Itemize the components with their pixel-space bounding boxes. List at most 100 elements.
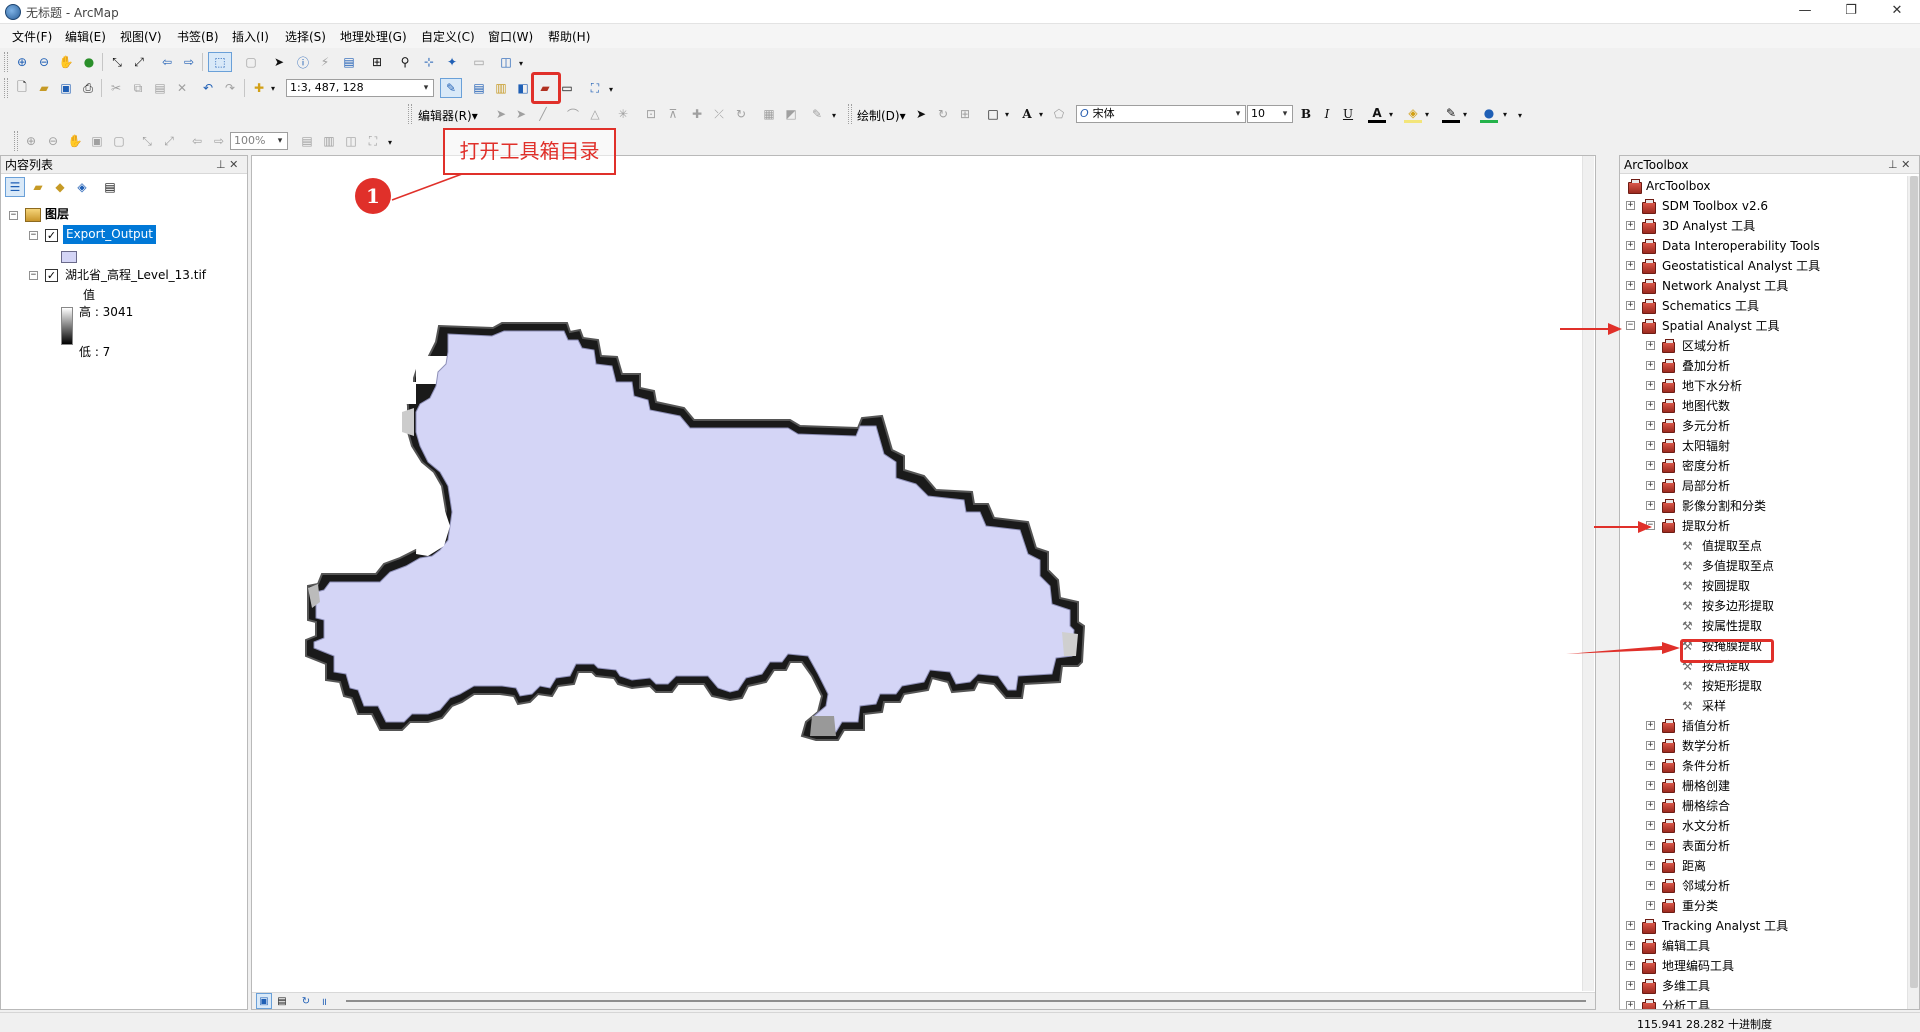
- arctoolbox-vertical-scrollbar[interactable]: [1907, 176, 1919, 1009]
- toolbar-overflow-icon[interactable]: ▾: [517, 58, 525, 68]
- layout-zoom-combo[interactable]: 100% ▾: [230, 132, 288, 150]
- toolbar-grip[interactable]: [4, 52, 8, 72]
- editor-menu-button[interactable]: 编辑器(R)▾: [418, 107, 478, 124]
- spatial-toolset[interactable]: 距离: [1682, 856, 1706, 876]
- clear-selection-icon[interactable]: ▢: [242, 53, 260, 71]
- spatial-toolset-expander-icon[interactable]: +: [1646, 501, 1655, 510]
- spatial-toolset[interactable]: 密度分析: [1682, 456, 1730, 476]
- extract-tool[interactable]: 采样: [1702, 696, 1726, 716]
- hyperlink-icon[interactable]: ⚡: [316, 53, 334, 71]
- fixed-zoom-in-layout-icon[interactable]: ⤡: [138, 132, 156, 150]
- cut-polygon-icon[interactable]: ✚: [688, 105, 706, 123]
- select-elements-icon[interactable]: ➤: [912, 105, 930, 123]
- underline-button[interactable]: U: [1339, 105, 1357, 123]
- fixed-zoom-out-layout-icon[interactable]: ⤢: [160, 132, 178, 150]
- toolbox-item-expander-icon[interactable]: +: [1626, 941, 1635, 950]
- font-color-dropdown-icon[interactable]: ▾: [1386, 105, 1396, 123]
- zoom-in-icon[interactable]: ⊕: [13, 53, 31, 71]
- font-name-combo[interactable]: O 宋体 ▾: [1076, 105, 1246, 123]
- zoom-whole-page-icon[interactable]: ▣: [88, 132, 106, 150]
- text-dropdown-icon[interactable]: ▾: [1036, 105, 1046, 123]
- focus-data-frame-icon[interactable]: ▥: [320, 132, 338, 150]
- spatial-toolset-expander-icon[interactable]: +: [1646, 341, 1655, 350]
- toc-pin-close[interactable]: ⊥ ✕: [216, 156, 238, 174]
- spatial-toolset[interactable]: 水文分析: [1682, 816, 1730, 836]
- menu-geoprocessing[interactable]: 地理处理(G): [340, 28, 407, 45]
- toolbox-item-expander-icon[interactable]: +: [1626, 241, 1635, 250]
- spatial-toolset[interactable]: 条件分析: [1682, 756, 1730, 776]
- toggle-draft-mode-icon[interactable]: ▤: [298, 132, 316, 150]
- go-forward-extent-icon[interactable]: ⇨: [210, 132, 228, 150]
- chevron-down-icon[interactable]: ▾: [1278, 106, 1292, 122]
- spatial-toolset-expander-icon[interactable]: +: [1646, 801, 1655, 810]
- toolbox-item[interactable]: 地理编码工具: [1662, 956, 1734, 976]
- toolbar-grip[interactable]: [408, 104, 412, 124]
- undo-icon[interactable]: ↶: [199, 79, 217, 97]
- toolbox-item[interactable]: 分析工具: [1662, 996, 1710, 1009]
- spatial-toolset-expander-icon[interactable]: +: [1646, 441, 1655, 450]
- chevron-down-icon[interactable]: ▾: [1231, 106, 1245, 122]
- toolbox-item[interactable]: 3D Analyst 工具: [1662, 216, 1755, 236]
- layout-pan-icon[interactable]: ✋: [66, 132, 84, 150]
- extract-tool[interactable]: 值提取至点: [1702, 536, 1762, 556]
- fill-color-dropdown-icon[interactable]: ▾: [1422, 105, 1432, 123]
- rotate-element-icon[interactable]: ↻: [934, 105, 952, 123]
- menu-insert[interactable]: 插入(I): [232, 28, 269, 45]
- toolbar-grip[interactable]: [4, 78, 8, 98]
- close-button[interactable]: ✕: [1874, 0, 1920, 24]
- spatial-toolset-expander-icon[interactable]: +: [1646, 821, 1655, 830]
- layout-view-icon[interactable]: ▤: [274, 993, 290, 1009]
- font-color-icon[interactable]: A: [1368, 105, 1386, 123]
- marker-color-dropdown-icon[interactable]: ▾: [1500, 105, 1510, 123]
- arctoolbox-pin-close[interactable]: ⊥ ✕: [1888, 156, 1910, 174]
- refresh-icon[interactable]: ↻: [298, 993, 314, 1009]
- spatial-toolset-expander-icon[interactable]: +: [1646, 741, 1655, 750]
- rectangle-icon[interactable]: □: [984, 105, 1002, 123]
- split-icon[interactable]: ⤫: [710, 105, 728, 123]
- font-size-combo[interactable]: 10 ▾: [1247, 105, 1293, 123]
- change-layout-icon[interactable]: ◫: [342, 132, 360, 150]
- toolbox-item[interactable]: Tracking Analyst 工具: [1662, 916, 1788, 936]
- model-builder-icon[interactable]: ⛶: [586, 79, 604, 97]
- list-by-source-icon[interactable]: ▰: [29, 178, 47, 196]
- collapse-layer2-icon[interactable]: −: [29, 271, 38, 280]
- table-of-contents-icon[interactable]: ▤: [470, 79, 488, 97]
- spatial-toolset-expander-icon[interactable]: +: [1646, 721, 1655, 730]
- spatial-toolset[interactable]: 邻域分析: [1682, 876, 1730, 896]
- spatial-toolset[interactable]: 叠加分析: [1682, 356, 1730, 376]
- create-viewer-icon[interactable]: ◫: [497, 53, 515, 71]
- elevation-color-ramp[interactable]: [61, 307, 73, 345]
- spatial-toolset-expander-icon[interactable]: +: [1646, 841, 1655, 850]
- full-extent-globe-icon[interactable]: ●: [80, 53, 98, 71]
- time-slider-icon[interactable]: ▭: [470, 53, 488, 71]
- fill-color-icon[interactable]: ◈: [1404, 105, 1422, 123]
- add-data-icon[interactable]: ✚: [250, 79, 268, 97]
- rectangle-dropdown-icon[interactable]: ▾: [1002, 105, 1012, 123]
- trace-icon[interactable]: △: [586, 105, 604, 123]
- forward-arrow-icon[interactable]: ⇨: [180, 53, 198, 71]
- toolbox-item[interactable]: Schematics 工具: [1662, 296, 1759, 316]
- pan-hand-icon[interactable]: ✋: [57, 53, 75, 71]
- spatial-toolset-expander-icon[interactable]: +: [1646, 381, 1655, 390]
- copy-icon[interactable]: ⧉: [129, 79, 147, 97]
- menu-bookmarks[interactable]: 书签(B): [177, 28, 219, 45]
- edit-vertices-icon[interactable]: ⊡: [642, 105, 660, 123]
- toolbox-item-expander-icon[interactable]: +: [1626, 961, 1635, 970]
- list-by-visibility-icon[interactable]: ◆: [51, 178, 69, 196]
- toolbox-item-expander-icon[interactable]: +: [1626, 281, 1635, 290]
- spatial-toolset[interactable]: 插值分析: [1682, 716, 1730, 736]
- toolbox-item[interactable]: Data Interoperability Tools: [1662, 236, 1820, 256]
- edit-tool-icon[interactable]: ➤: [492, 105, 510, 123]
- cut-icon[interactable]: ✂: [107, 79, 125, 97]
- restore-button[interactable]: ❐: [1828, 0, 1874, 24]
- edit-annotation-icon[interactable]: ➤: [512, 105, 530, 123]
- rotate-icon[interactable]: ↻: [732, 105, 750, 123]
- toolbox-item[interactable]: Spatial Analyst 工具: [1662, 316, 1780, 336]
- layer-export-output[interactable]: Export_Output: [63, 225, 156, 244]
- data-driven-pages-icon[interactable]: ⛶: [364, 132, 382, 150]
- layout-zoom-out-icon[interactable]: ⊖: [44, 132, 62, 150]
- toolbox-item[interactable]: SDM Toolbox v2.6: [1662, 196, 1768, 216]
- spatial-toolset[interactable]: 栅格综合: [1682, 796, 1730, 816]
- arctoolbox-scroll-thumb[interactable]: [1910, 176, 1918, 988]
- layer1-visibility-checkbox[interactable]: ✓: [45, 229, 58, 242]
